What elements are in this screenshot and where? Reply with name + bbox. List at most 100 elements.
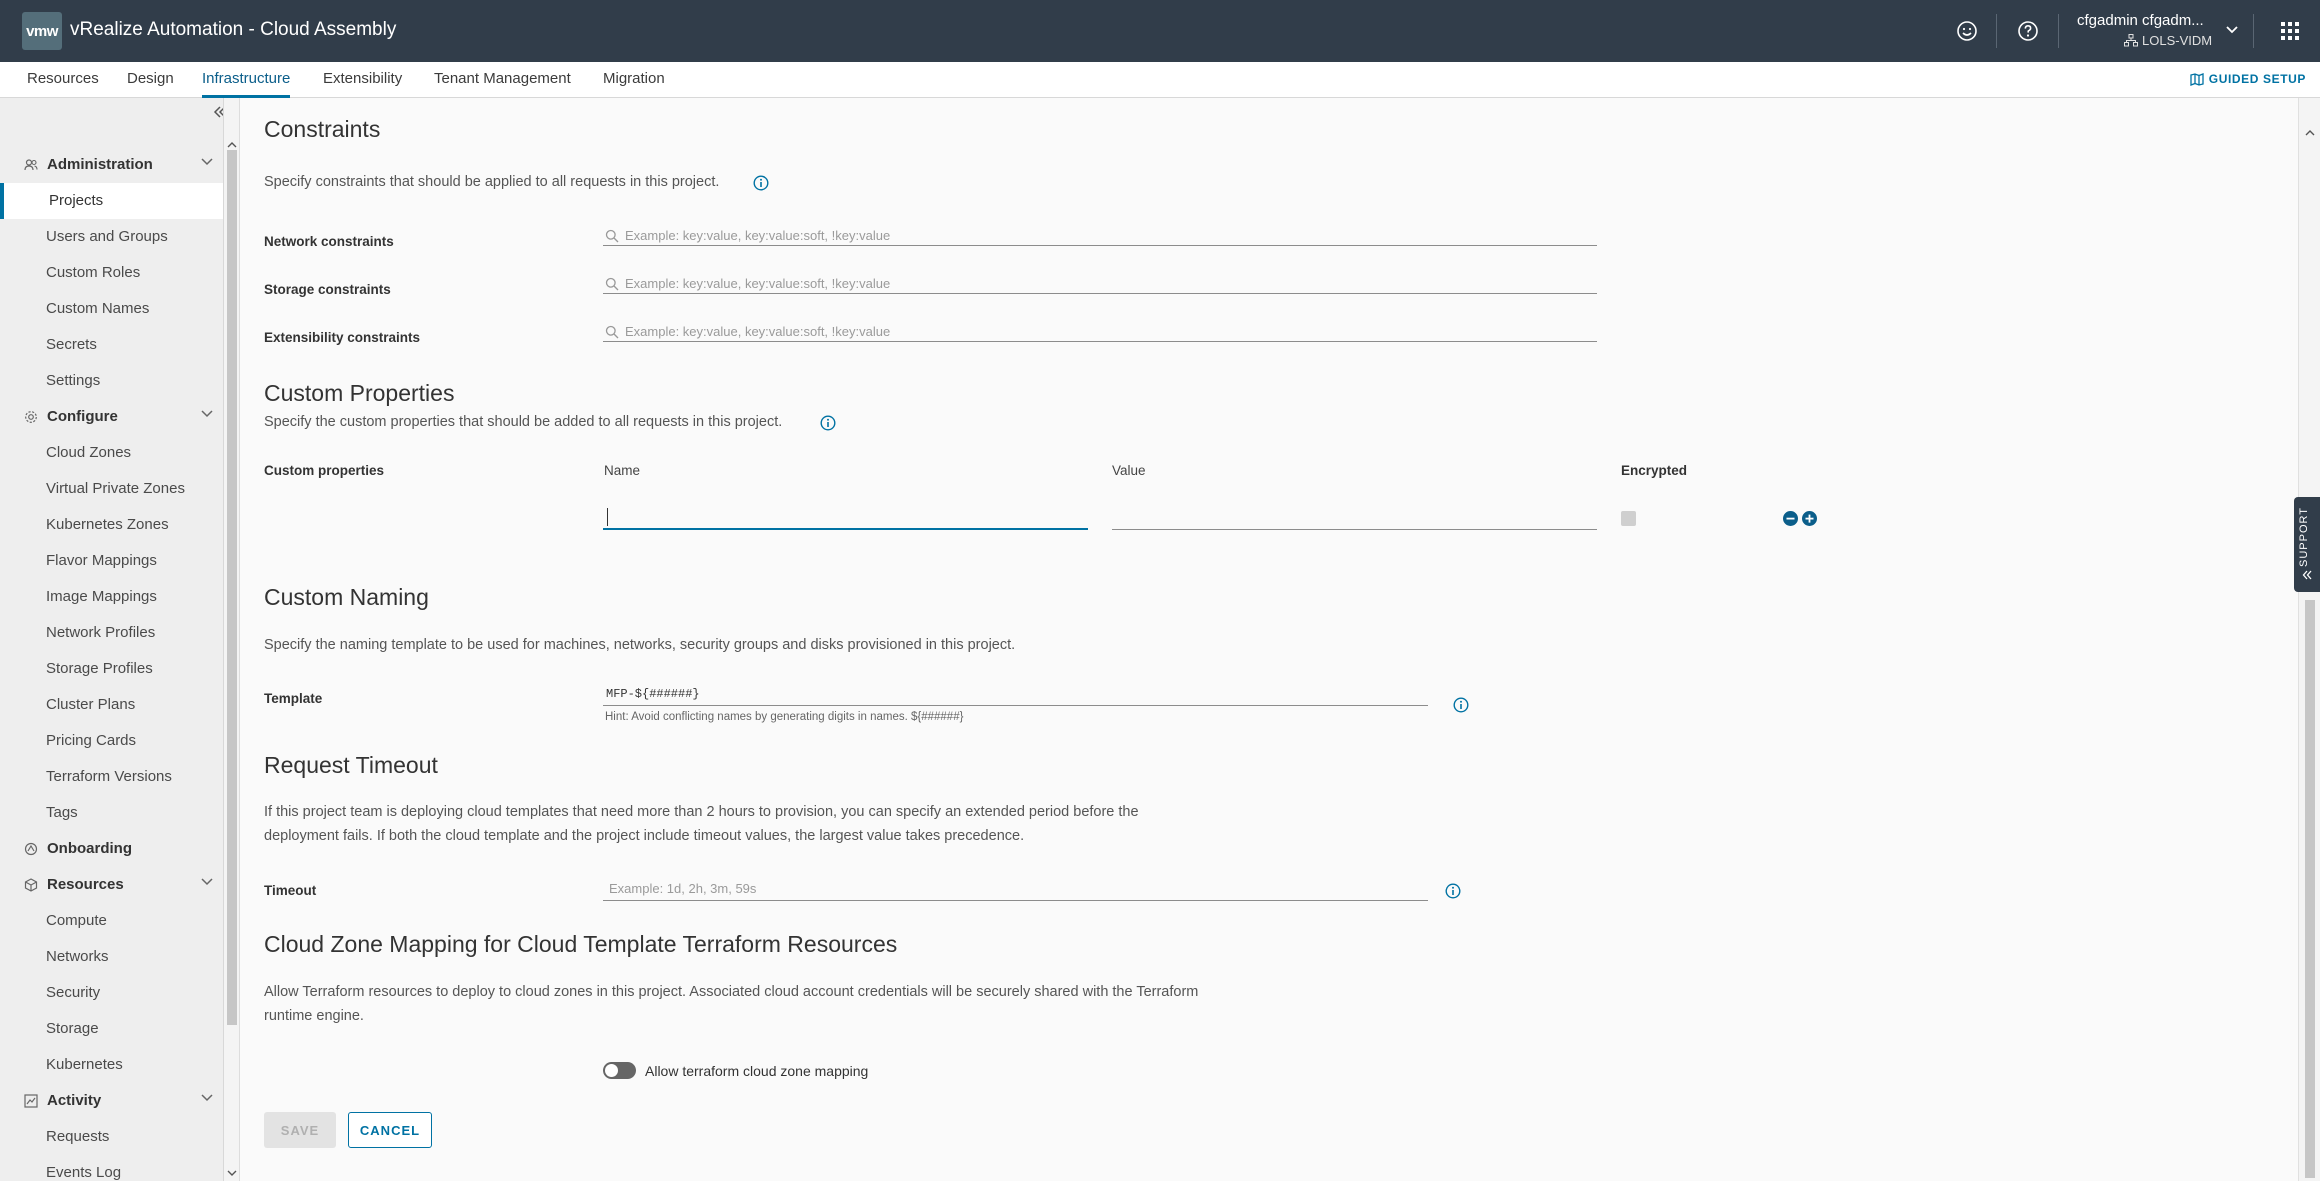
sidebar-item-compute[interactable]: Compute bbox=[46, 912, 107, 929]
search-icon bbox=[605, 325, 619, 338]
save-button[interactable]: SAVE bbox=[264, 1112, 336, 1148]
sidebar-item-kubernetes-zones[interactable]: Kubernetes Zones bbox=[46, 516, 169, 533]
remove-property-icon[interactable] bbox=[1783, 511, 1798, 526]
sidebar-item-cluster-plans[interactable]: Cluster Plans bbox=[46, 696, 135, 713]
sidebar-item-events-log[interactable]: Events Log bbox=[46, 1164, 121, 1181]
sidebar-item-networks[interactable]: Networks bbox=[46, 948, 109, 965]
sidebar-item-network-profiles[interactable]: Network Profiles bbox=[46, 624, 155, 641]
encrypted-checkbox[interactable] bbox=[1621, 511, 1636, 526]
support-tab[interactable]: SUPPORT bbox=[2294, 497, 2320, 592]
timeout-input[interactable] bbox=[603, 877, 1403, 896]
sidebar-scrollbar-thumb[interactable] bbox=[227, 150, 237, 1025]
support-label: SUPPORT bbox=[2298, 507, 2310, 567]
add-property-icon[interactable] bbox=[1802, 511, 1817, 526]
scroll-down-icon[interactable] bbox=[227, 1164, 237, 1181]
property-name-input[interactable] bbox=[603, 502, 1088, 530]
collapse-sidebar-icon[interactable] bbox=[213, 105, 223, 124]
main-scrollbar[interactable] bbox=[2298, 98, 2320, 1181]
sidebar-group-label: Configure bbox=[47, 408, 118, 425]
terraform-mapping-toggle-label: Allow terraform cloud zone mapping bbox=[645, 1063, 869, 1079]
app-title: vRealize Automation - Cloud Assembly bbox=[70, 19, 397, 40]
cancel-button[interactable]: CANCEL bbox=[348, 1112, 432, 1148]
sidebar-item-terraform-versions[interactable]: Terraform Versions bbox=[46, 768, 172, 785]
sidebar-group-onboarding[interactable]: Onboarding bbox=[24, 840, 214, 857]
sidebar-item-custom-names[interactable]: Custom Names bbox=[46, 300, 149, 317]
user-name[interactable]: cfgadmin cfgadm... bbox=[2077, 12, 2204, 29]
chevron-down-icon bbox=[201, 1094, 213, 1102]
sidebar-item-cloud-zones[interactable]: Cloud Zones bbox=[46, 444, 131, 461]
sidebar-group-administration[interactable]: Administration bbox=[24, 156, 214, 173]
extensibility-constraints-field[interactable] bbox=[603, 322, 1597, 342]
sidebar-item-users-and-groups[interactable]: Users and Groups bbox=[46, 228, 168, 245]
cloud-zone-mapping-description-line1: Allow Terraform resources to deploy to c… bbox=[264, 984, 1199, 1000]
sidebar-item-image-mappings[interactable]: Image Mappings bbox=[46, 588, 157, 605]
request-timeout-description-line1: If this project team is deploying cloud … bbox=[264, 804, 1139, 820]
tab-infrastructure[interactable]: Infrastructure bbox=[202, 70, 291, 98]
info-icon[interactable] bbox=[1445, 883, 1461, 904]
storage-constraints-field[interactable] bbox=[603, 274, 1597, 294]
tab-tenant-management[interactable]: Tenant Management bbox=[434, 70, 571, 98]
sidebar-item-secrets[interactable]: Secrets bbox=[46, 336, 97, 353]
sidebar-scrollbar[interactable] bbox=[224, 98, 240, 1181]
help-icon[interactable] bbox=[2013, 16, 2043, 46]
sidebar-group-activity[interactable]: Activity bbox=[24, 1092, 214, 1109]
sidebar-group-label: Activity bbox=[47, 1092, 102, 1109]
main-scrollbar-thumb[interactable] bbox=[2305, 600, 2315, 1178]
timeout-label: Timeout bbox=[264, 883, 317, 898]
sidebar-group-label: Onboarding bbox=[47, 840, 132, 857]
guided-setup-label: GUIDED SETUP bbox=[2208, 72, 2306, 86]
sidebar-group-label: Administration bbox=[47, 156, 153, 173]
users-icon bbox=[24, 158, 38, 170]
header-divider bbox=[1996, 14, 1997, 48]
guided-setup-link[interactable]: GUIDED SETUP bbox=[2190, 72, 2306, 86]
text-caret bbox=[607, 508, 608, 526]
sidebar-item-kubernetes[interactable]: Kubernetes bbox=[46, 1056, 123, 1073]
info-icon[interactable] bbox=[753, 175, 769, 196]
tab-design[interactable]: Design bbox=[127, 70, 174, 98]
storage-constraints-input[interactable] bbox=[625, 276, 1575, 291]
sidebar-item-projects[interactable]: Projects bbox=[0, 183, 223, 219]
scroll-up-icon[interactable] bbox=[2305, 124, 2315, 142]
sidebar-item-settings[interactable]: Settings bbox=[46, 372, 100, 389]
sidebar-item-custom-roles[interactable]: Custom Roles bbox=[46, 264, 140, 281]
template-input[interactable]: MFP-${######} bbox=[603, 684, 1428, 706]
timeout-field[interactable] bbox=[603, 877, 1428, 901]
network-constraints-label: Network constraints bbox=[264, 234, 394, 249]
sidebar-item-storage[interactable]: Storage bbox=[46, 1020, 99, 1037]
sidebar-item-security[interactable]: Security bbox=[46, 984, 100, 1001]
tab-migration[interactable]: Migration bbox=[603, 70, 665, 98]
header-divider bbox=[2058, 14, 2059, 48]
info-icon[interactable] bbox=[820, 415, 836, 436]
app-launcher-grid-icon[interactable] bbox=[2275, 16, 2305, 46]
app-header: vmw vRealize Automation - Cloud Assembly… bbox=[0, 0, 2320, 62]
sidebar-item-flavor-mappings[interactable]: Flavor Mappings bbox=[46, 552, 157, 569]
custom-properties-description: Specify the custom properties that shoul… bbox=[264, 414, 783, 430]
toggle-knob bbox=[605, 1064, 618, 1077]
double-chevron-left-icon bbox=[2302, 570, 2312, 580]
sidebar-group-resources[interactable]: Resources bbox=[24, 876, 214, 893]
sidebar-item-pricing-cards[interactable]: Pricing Cards bbox=[46, 732, 136, 749]
sidebar-item-virtual-private-zones[interactable]: Virtual Private Zones bbox=[46, 480, 185, 497]
sidebar-item-requests[interactable]: Requests bbox=[46, 1128, 109, 1145]
cube-icon bbox=[24, 877, 38, 892]
feedback-smiley-icon[interactable] bbox=[1952, 16, 1982, 46]
sidebar-item-storage-profiles[interactable]: Storage Profiles bbox=[46, 660, 153, 677]
vmware-logo: vmw bbox=[22, 12, 62, 50]
search-icon bbox=[605, 229, 619, 242]
network-constraints-field[interactable] bbox=[603, 226, 1597, 246]
constraints-description: Specify constraints that should be appli… bbox=[264, 174, 720, 190]
tab-resources[interactable]: Resources bbox=[27, 70, 99, 98]
network-constraints-input[interactable] bbox=[625, 228, 1575, 243]
extensibility-constraints-input[interactable] bbox=[625, 324, 1575, 339]
info-icon[interactable] bbox=[1453, 697, 1469, 718]
property-value-input[interactable] bbox=[1112, 502, 1597, 530]
sidebar-item-tags[interactable]: Tags bbox=[46, 804, 78, 821]
sidebar: Administration Projects Users and Groups… bbox=[0, 98, 224, 1181]
map-icon bbox=[2190, 72, 2204, 86]
terraform-mapping-toggle[interactable] bbox=[603, 1062, 636, 1079]
sidebar-group-configure[interactable]: Configure bbox=[24, 408, 214, 425]
request-timeout-title: Request Timeout bbox=[264, 752, 438, 778]
tab-extensibility[interactable]: Extensibility bbox=[323, 70, 402, 98]
chevron-down-icon[interactable] bbox=[2225, 22, 2239, 40]
column-header-value: Value bbox=[1112, 463, 1146, 478]
